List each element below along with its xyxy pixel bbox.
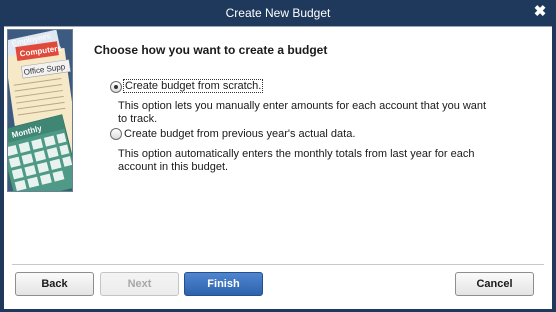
option-from-scratch-label[interactable]: Create budget from scratch. — [122, 79, 264, 93]
finish-button[interactable]: Finish — [184, 272, 263, 296]
page-heading: Choose how you want to create a budget — [94, 43, 328, 57]
finish-button-label: Finish — [207, 278, 240, 290]
radio-from-scratch[interactable] — [110, 81, 122, 93]
close-icon[interactable]: ✖ — [532, 4, 548, 20]
next-button[interactable]: Next — [100, 272, 179, 296]
radio-previous-year[interactable] — [110, 128, 122, 140]
dialog-title: Create New Budget — [225, 6, 331, 20]
back-button-label: Back — [41, 278, 68, 290]
button-divider — [12, 264, 544, 265]
option-from-scratch-description: This option lets you manually enter amou… — [118, 100, 487, 125]
budget-illustration: Employees Computers Office Supp Monthly — [7, 29, 73, 192]
dialog-content: Employees Computers Office Supp Monthly … — [4, 26, 552, 309]
next-button-label: Next — [127, 278, 152, 290]
budget-illustration-image: Employees Computers Office Supp Monthly — [8, 30, 72, 191]
option-previous-year-label[interactable]: Create budget from previous year's actua… — [124, 128, 355, 140]
title-bar: Create New Budget ✖ — [0, 0, 556, 26]
create-new-budget-dialog: Create New Budget ✖ Employees Computers … — [0, 0, 556, 312]
cancel-button-label: Cancel — [476, 278, 513, 290]
back-button[interactable]: Back — [15, 272, 94, 296]
option-previous-year-description: This option automatically enters the mon… — [118, 148, 475, 173]
cancel-button[interactable]: Cancel — [455, 272, 534, 296]
